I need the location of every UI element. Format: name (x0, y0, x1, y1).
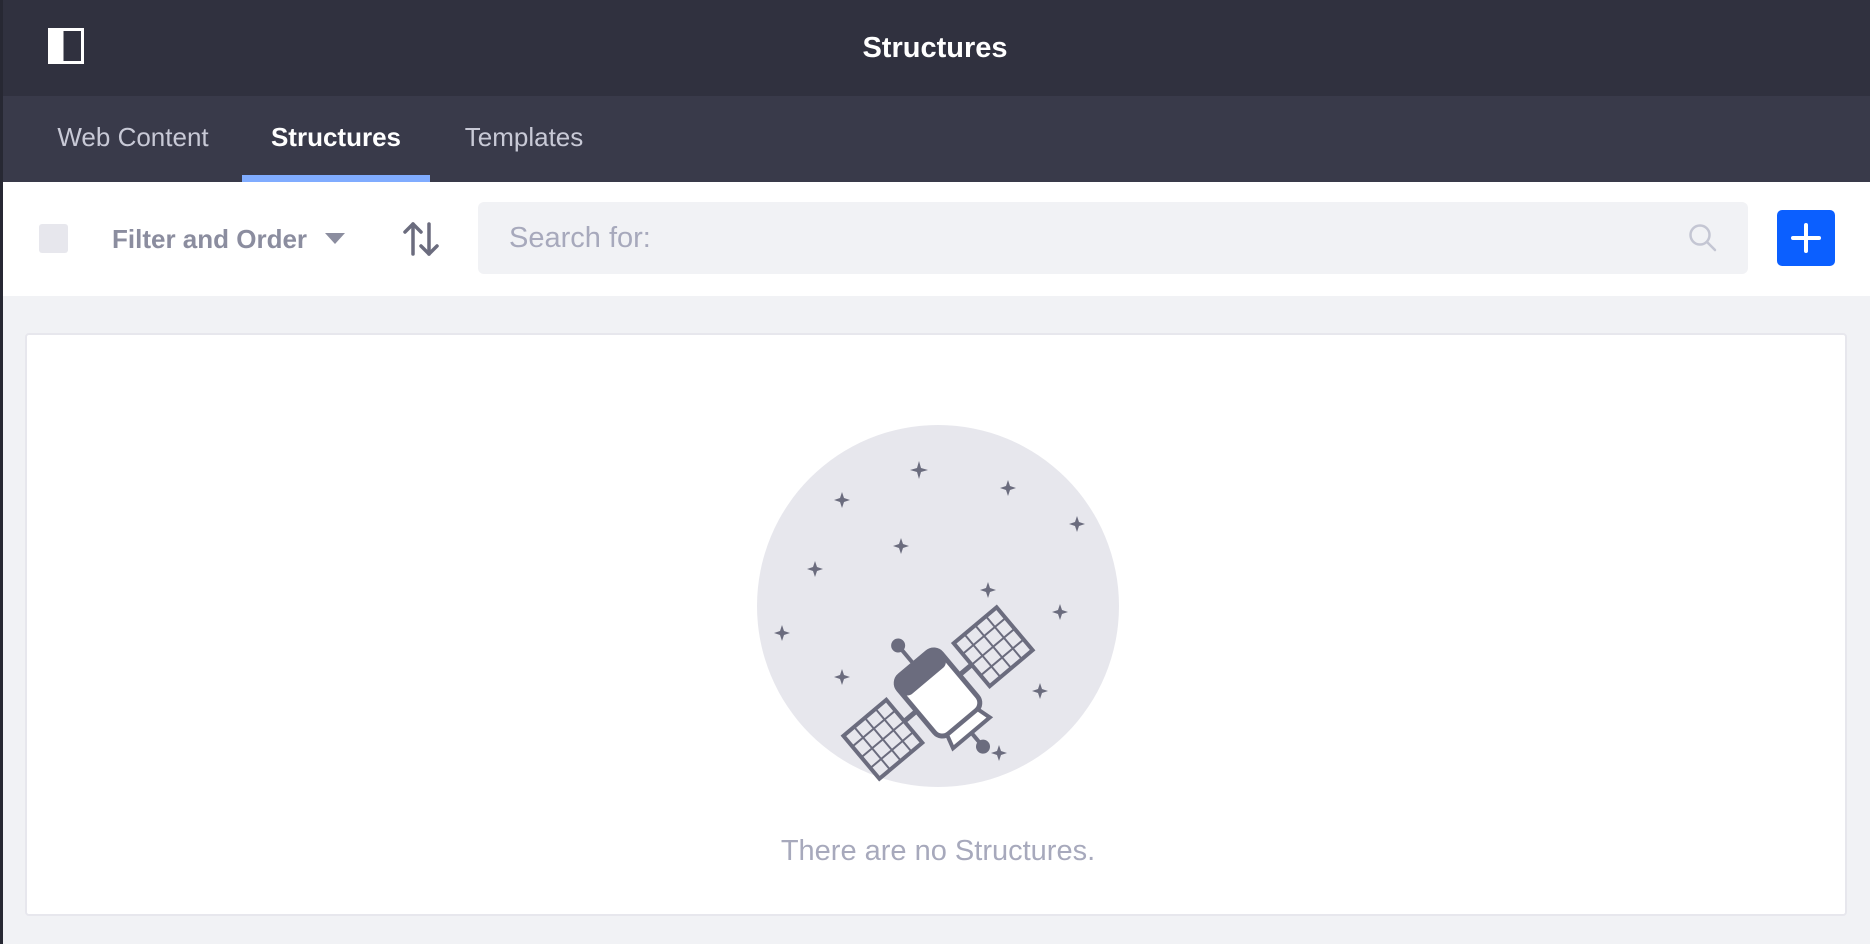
caret-down-icon (325, 233, 346, 244)
plus-icon (1791, 223, 1821, 253)
filter-and-order-label: Filter and Order (112, 224, 308, 254)
add-button[interactable] (1777, 210, 1835, 266)
filter-and-order-dropdown[interactable]: Filter and Order (112, 216, 346, 262)
select-all-checkbox[interactable] (39, 224, 68, 253)
tab-templates[interactable]: Templates (460, 96, 588, 182)
satellite-illustration (757, 425, 1119, 787)
search-bar (478, 202, 1748, 274)
product-menu-toggle-icon[interactable] (48, 28, 84, 64)
search-icon[interactable] (1688, 223, 1718, 253)
page-title: Structures (862, 32, 1008, 64)
tab-structures[interactable]: Structures (242, 96, 430, 182)
app-header: Structures (0, 0, 1870, 96)
empty-state-message: There are no Structures. (780, 835, 1096, 867)
search-input[interactable] (478, 202, 1678, 274)
window-left-edge (0, 0, 3, 944)
order-arrow-icon[interactable] (402, 220, 440, 258)
tab-web-content[interactable]: Web Content (53, 96, 213, 182)
empty-state-card: There are no Structures. (25, 333, 1847, 916)
navigation-tabs: Web Content Structures Templates (0, 96, 1870, 182)
management-toolbar: Filter and Order (0, 182, 1870, 296)
